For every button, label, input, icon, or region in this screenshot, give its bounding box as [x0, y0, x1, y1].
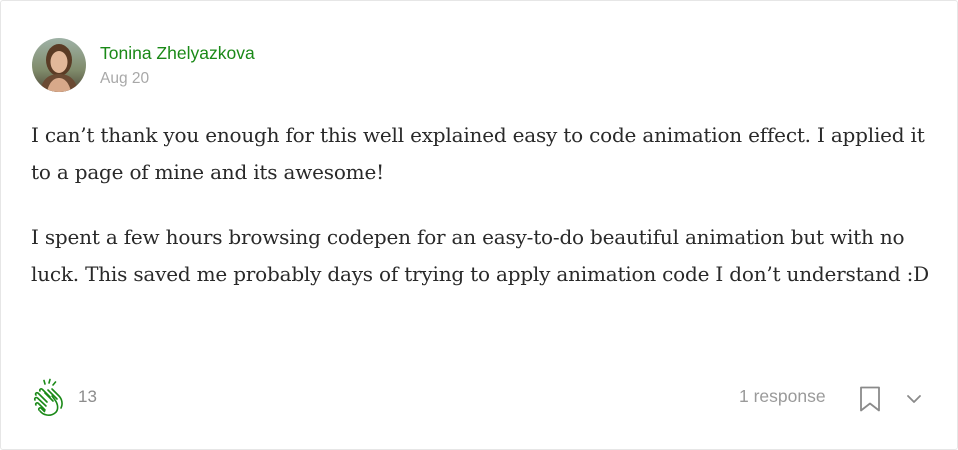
response-card: Tonina Zhelyazkova Aug 20 I can’t thank …	[0, 0, 958, 450]
clap-button[interactable]	[28, 377, 72, 421]
avatar[interactable]	[32, 38, 86, 92]
bookmark-icon	[860, 386, 880, 412]
clap-count: 13	[78, 387, 97, 406]
bookmark-button[interactable]	[858, 385, 882, 413]
more-options-button[interactable]	[903, 390, 925, 408]
clap-icon	[33, 378, 63, 416]
body-paragraph: I can’t thank you enough for this well e…	[31, 123, 925, 184]
author-name[interactable]: Tonina Zhelyazkova	[100, 43, 255, 64]
avatar-photo	[32, 38, 86, 92]
response-date[interactable]: Aug 20	[100, 70, 149, 88]
responses-link[interactable]: 1 response	[739, 386, 826, 407]
body-paragraph: I spent a few hours browsing codepen for…	[31, 225, 929, 286]
chevron-down-icon	[907, 395, 921, 403]
response-body: I can’t thank you enough for this well e…	[31, 117, 931, 321]
